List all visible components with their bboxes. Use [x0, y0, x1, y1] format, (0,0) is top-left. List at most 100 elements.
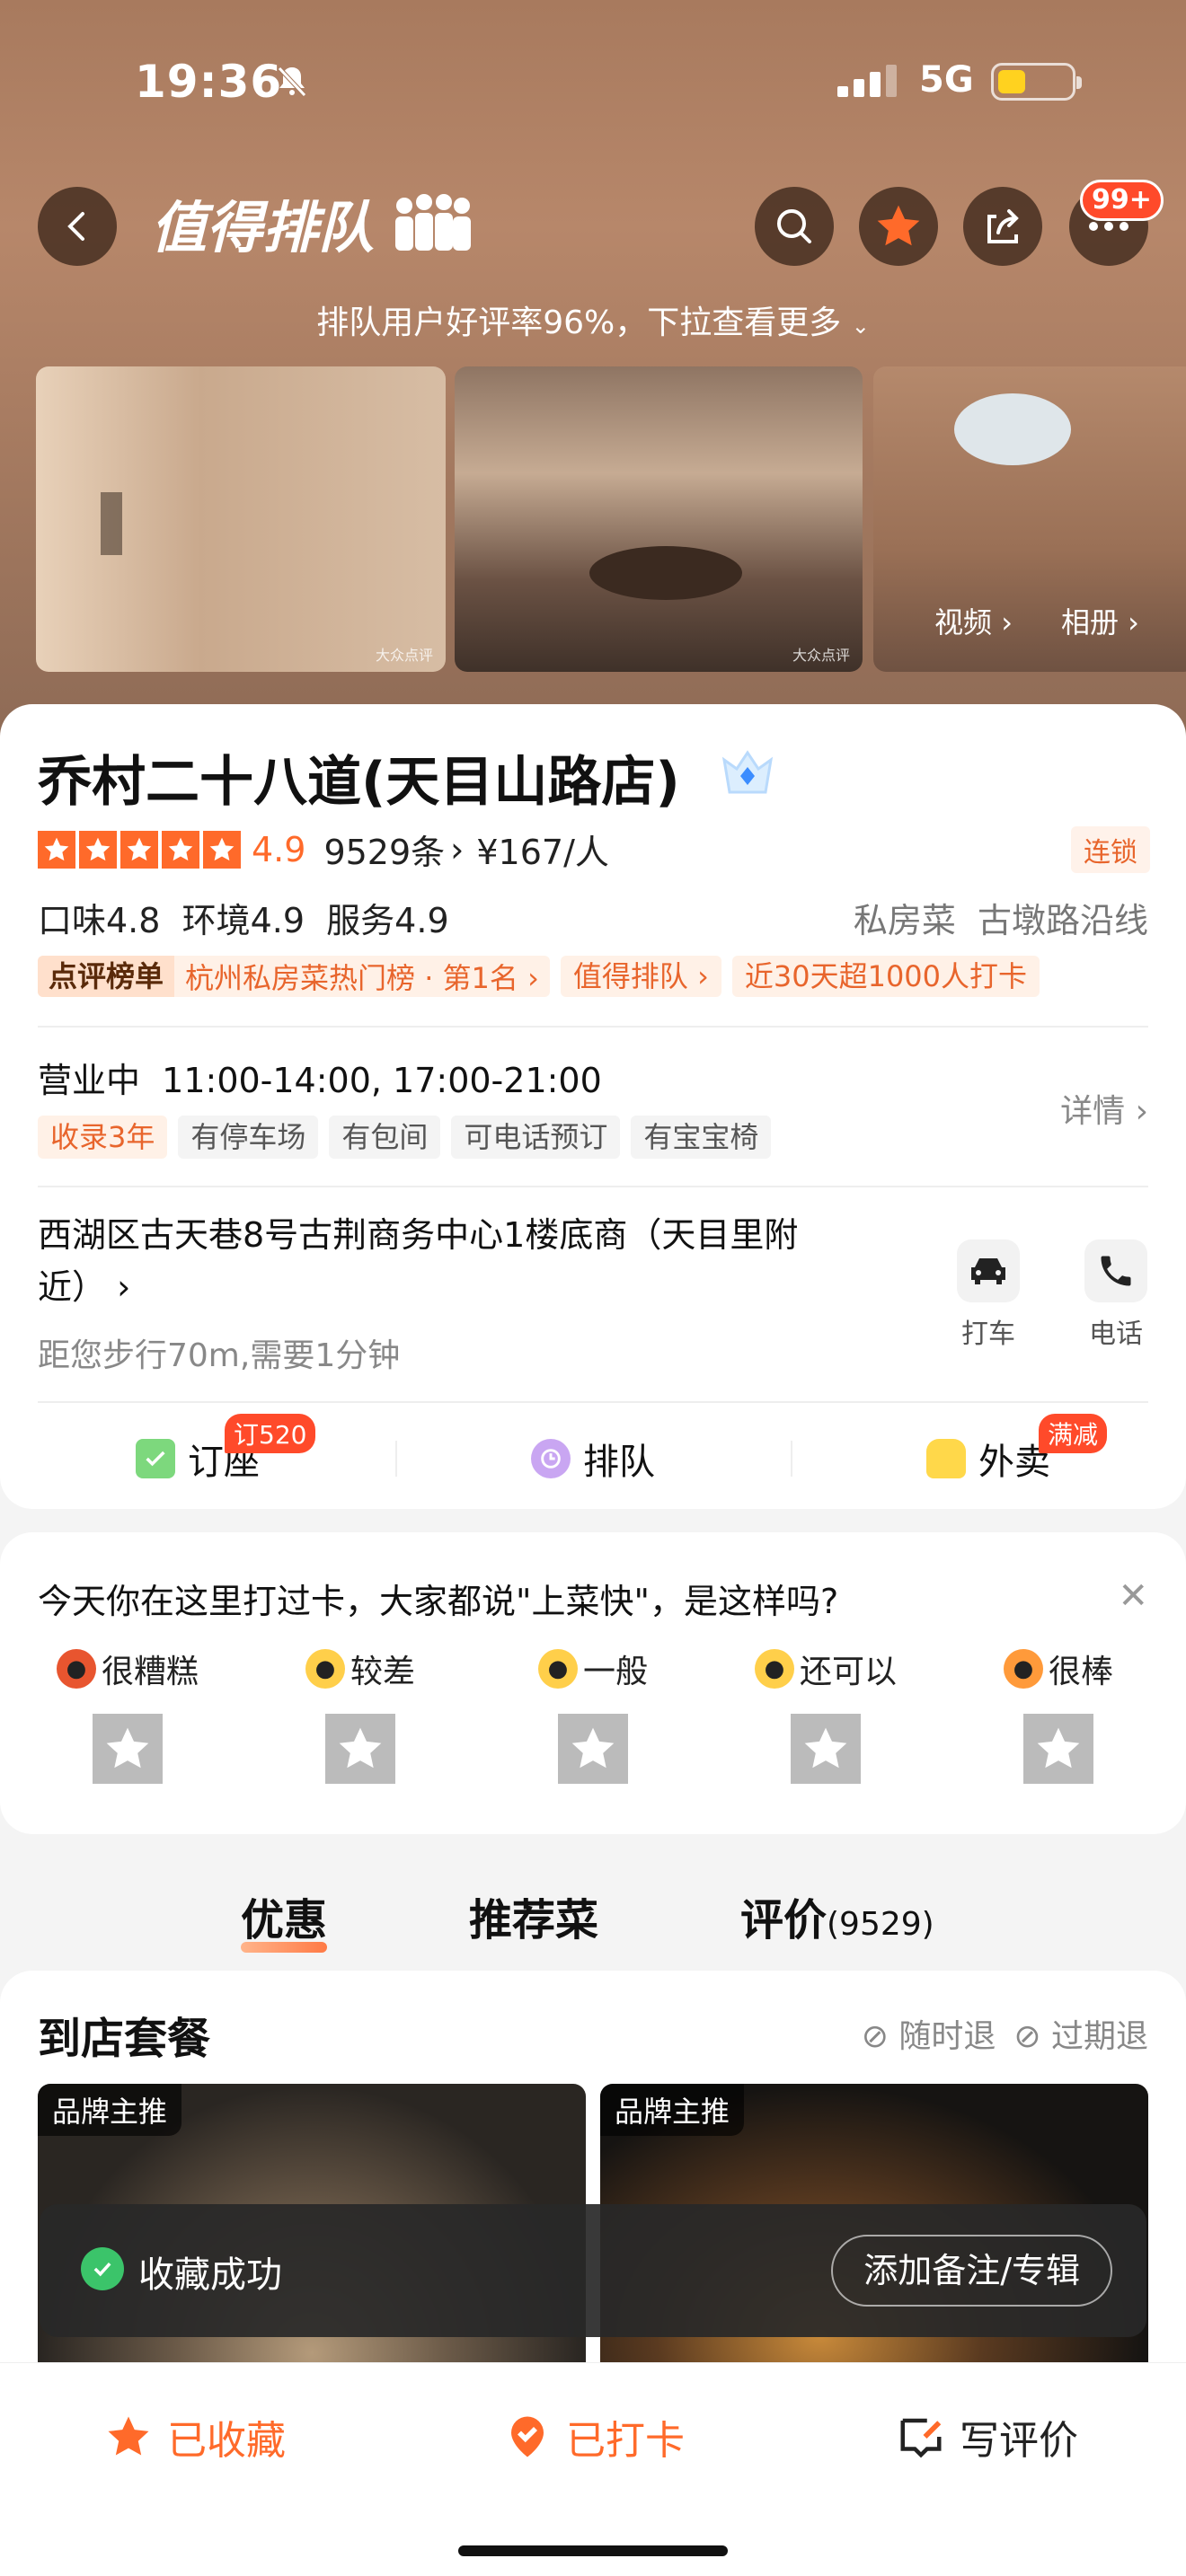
refund-anytime: ⊘ 随时退	[861, 2018, 996, 2055]
star-icon	[203, 830, 241, 869]
action-bar: 订座 订520 排队 外卖 满减	[0, 1414, 1186, 1495]
chevron-left-icon	[67, 212, 84, 241]
neutral-face-icon: ●	[537, 1649, 578, 1689]
taxi-label: 打车	[961, 1319, 1015, 1350]
angry-face-icon: ●	[56, 1649, 96, 1689]
rating-row[interactable]: 4.9 9529条 › ¥167/人	[38, 825, 609, 874]
status-bar: 19:36 5G	[0, 56, 1186, 119]
cuisine-area: 私房菜 古墩路沿线	[853, 901, 1148, 940]
shop-info-card: 乔村二十八道(天目山路店) 4.9 9529条 › ¥167/人 连锁 口味4.8…	[0, 704, 1186, 1509]
divider	[38, 1026, 1148, 1028]
close-icon[interactable]: ✕	[1118, 1575, 1148, 1617]
ranking-value: 杭州私房菜热门榜 · 第1名 ›	[185, 961, 539, 995]
checkin-feedback-card: 今天你在这里打过卡，大家都说"上菜快"，是这样吗? ✕ ● 很糟糕 ● 较差 ● 一般…	[0, 1532, 1186, 1834]
kangaroo-icon	[926, 1439, 966, 1478]
album-link[interactable]: 相册 ›	[1061, 600, 1139, 641]
delivery-badge: 满减	[1039, 1414, 1108, 1453]
star-placeholder-icon	[791, 1714, 861, 1784]
booking-button[interactable]: 订座 订520	[0, 1414, 395, 1495]
video-link[interactable]: 视频 ›	[934, 600, 1013, 641]
car-icon	[971, 1258, 1005, 1284]
edit-icon	[900, 2418, 942, 2458]
star-icon	[120, 830, 158, 869]
crown-badge-icon	[721, 750, 774, 794]
tag-item: 有宝宝椅	[631, 1116, 772, 1159]
star-placeholder-icon	[325, 1714, 395, 1784]
star-placeholder-icon	[93, 1714, 163, 1784]
check-icon	[136, 1439, 175, 1478]
favorite-button[interactable]	[859, 187, 938, 266]
section-tabs: 优惠 推荐菜 评价(9529)	[0, 1884, 1186, 1956]
signal-icon	[837, 65, 897, 97]
hint-text[interactable]: 排队用户好评率96%，下拉查看更多 ⌄	[0, 296, 1186, 343]
tab-deals[interactable]: 优惠	[241, 1884, 328, 1953]
brand-recommend-label: 品牌主推	[38, 2084, 182, 2136]
mood-option-poor[interactable]: ● 较差	[270, 1645, 450, 1784]
deals-title: 到店套餐	[38, 2014, 211, 2064]
shop-photo-2[interactable]: 大众点评	[455, 366, 863, 672]
chevron-down-icon: ⌄	[851, 313, 870, 339]
watermark: 大众点评	[792, 647, 850, 664]
back-button[interactable]	[38, 187, 117, 266]
clock-icon	[531, 1439, 571, 1478]
star-icon	[38, 830, 75, 869]
business-hours: 营业中 11:00-14:00, 17:00-21:00	[38, 1061, 602, 1100]
tag-item: 有停车场	[178, 1116, 319, 1159]
mood-option-great[interactable]: ● 很棒	[969, 1645, 1148, 1784]
more-icon	[1089, 222, 1128, 231]
ranking-badge[interactable]: 点评榜单 杭州私房菜热门榜 · 第1名 ›	[38, 956, 550, 997]
checkin-pin-icon	[511, 2416, 544, 2457]
star-icon	[162, 830, 199, 869]
divider	[38, 1401, 1148, 1403]
star-icon	[877, 205, 920, 246]
write-review-button[interactable]: 写评价	[897, 2408, 1078, 2466]
refund-policies: ⊘ 随时退 ⊘ 过期退	[862, 2010, 1148, 2057]
address-link[interactable]: 西湖区古天巷8号古荆商务中心1楼底商（天目里附近） ›	[38, 1209, 846, 1313]
checkin-tag[interactable]: 近30天超1000人打卡	[731, 956, 1040, 997]
queue-button[interactable]: 排队	[395, 1423, 791, 1495]
phone-label: 电话	[1089, 1319, 1143, 1350]
saved-button[interactable]: 已收藏	[104, 2408, 286, 2466]
star-rating	[38, 830, 241, 869]
search-icon	[777, 209, 811, 243]
checked-in-button[interactable]: 已打卡	[503, 2408, 685, 2466]
share-button[interactable]	[963, 187, 1042, 266]
sign-text-graphic	[101, 492, 122, 555]
notification-badge: 99+	[1080, 180, 1164, 221]
price-per-person: ¥167/人	[476, 833, 609, 872]
walk-distance: 距您步行70m,需要1分钟	[38, 1337, 401, 1374]
home-indicator	[458, 2545, 728, 2556]
tab-dishes[interactable]: 推荐菜	[469, 1884, 598, 1947]
star-filled-icon	[108, 2416, 149, 2456]
mood-option-terrible[interactable]: ● 很糟糕	[38, 1645, 217, 1784]
share-icon	[987, 209, 1019, 243]
tab-reviews[interactable]: 评价(9529)	[740, 1884, 934, 1947]
booking-badge: 订520	[225, 1414, 316, 1453]
ranking-label: 点评榜单	[38, 956, 175, 997]
heart-eyes-face-icon: ●	[1003, 1649, 1043, 1689]
review-count: 9529条	[323, 833, 446, 872]
network-type: 5G	[919, 59, 974, 101]
star-placeholder-icon	[1023, 1714, 1093, 1784]
add-note-button[interactable]: 添加备注/专辑	[831, 2235, 1112, 2307]
phone-button[interactable]: 电话	[1080, 1239, 1152, 1351]
facility-tags: 收录3年 有停车场 有包间 可电话预订 有宝宝椅	[38, 1116, 772, 1159]
taxi-button[interactable]: 打车	[952, 1239, 1024, 1351]
mood-option-ok[interactable]: ● 还可以	[736, 1645, 916, 1784]
round-table-graphic	[589, 546, 742, 600]
mood-option-average[interactable]: ● 一般	[503, 1645, 683, 1784]
delivery-button[interactable]: 外卖 满减	[791, 1414, 1186, 1495]
chain-badge: 连锁	[1071, 826, 1150, 873]
brand-title: 值得排队	[151, 195, 375, 260]
tag-item: 有包间	[329, 1116, 441, 1159]
oval-window-graphic	[954, 393, 1071, 465]
queue-tag[interactable]: 值得排队 ›	[560, 956, 721, 997]
toast-message: 收藏成功	[138, 2254, 282, 2296]
shop-photo-1[interactable]: 大众点评	[36, 366, 446, 672]
search-button[interactable]	[755, 187, 834, 266]
detail-link[interactable]: 详情 ›	[1060, 1085, 1148, 1132]
watermark: 大众点评	[375, 647, 433, 664]
check-circle-icon	[81, 2247, 124, 2290]
star-placeholder-icon	[558, 1714, 628, 1784]
divider	[38, 1186, 1148, 1187]
